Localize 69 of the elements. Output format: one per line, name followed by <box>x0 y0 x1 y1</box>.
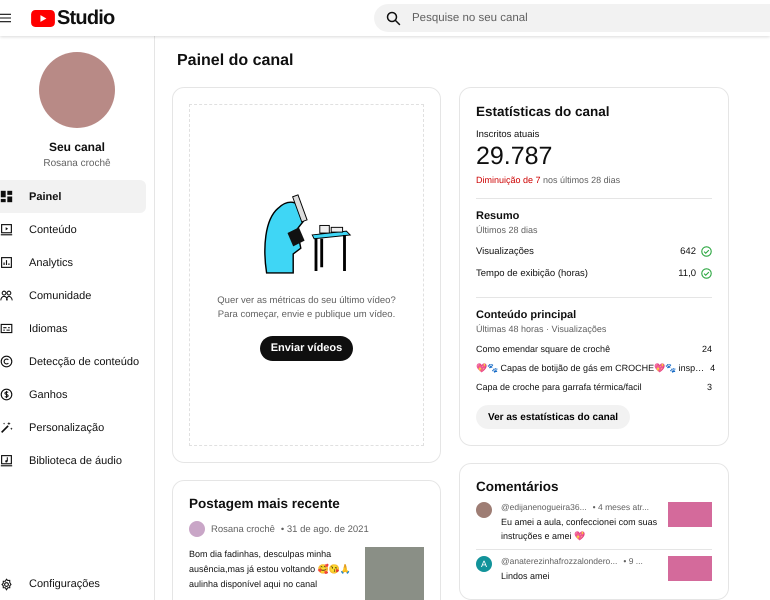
subscriber-change: Diminuição de 7 nos últimos 28 dias <box>476 175 622 185</box>
post-author: Rosana crochê <box>211 524 275 534</box>
video-title[interactable]: Capa de croche para garrafa térmica/facil <box>476 382 642 392</box>
video-thumbnail-placeholder <box>668 502 712 527</box>
commenter-name[interactable]: @edijanenogueira36... <box>501 502 587 512</box>
empty-state-message: Quer ver as métricas do seu último vídeo? <box>217 294 396 308</box>
channel-label: Seu canal <box>48 140 106 154</box>
music-note-icon <box>0 454 13 467</box>
copyright-icon <box>0 355 13 368</box>
video-thumbnail-placeholder <box>668 556 712 581</box>
magic-wand-icon <box>0 421 13 434</box>
check-circle-icon <box>701 246 712 256</box>
post-date: • 31 de ago. de 2021 <box>280 524 369 534</box>
settings-nav-item[interactable]: Configurações <box>0 568 146 600</box>
channel-name: Rosana crochê <box>43 158 111 169</box>
settings-icon <box>0 578 13 590</box>
post-text: Bom dia fadinhas, desculpas minha ausência,mas já estou voltando 🥰😘🙏 aulinha disponível aqui no canal <box>189 548 352 591</box>
comment-text: Lindos amei <box>501 570 551 583</box>
author-avatar-photo <box>189 521 205 537</box>
nav-item[interactable]: Conteúdo <box>0 213 146 246</box>
upload-videos-button[interactable]: Enviar vídeos <box>260 336 354 360</box>
logo-text: Studio <box>57 6 114 30</box>
video-title[interactable]: Como emendar square de crochê <box>476 344 610 354</box>
dollar-icon <box>0 388 13 401</box>
subscriber-count: 29.787 <box>476 142 554 171</box>
commenter-avatar: A <box>476 556 492 572</box>
nav-item[interactable]: Biblioteca de áudio <box>0 444 146 477</box>
card-title: Postagem mais recente <box>189 496 341 511</box>
subscribers-label: Inscritos atuais <box>476 129 540 140</box>
comment-text: Eu amei a aula, confeccionei com suas instruções e amei 💖 <box>501 516 658 543</box>
commenter-name[interactable]: @anaterezinhafrozzalondero... <box>501 556 618 566</box>
nav-item[interactable]: Ganhos <box>0 378 146 411</box>
section-title: Resumo <box>476 210 520 222</box>
comment-time: • 4 meses atr... <box>592 502 650 512</box>
commenter-avatar-photo <box>476 502 492 518</box>
view-count: 3 <box>706 382 712 392</box>
metric-label: Tempo de exibição (horas) <box>476 268 588 278</box>
metric-value: 11,0 <box>678 268 696 278</box>
view-count: 4 <box>710 362 716 372</box>
bar-chart-icon <box>0 256 13 269</box>
section-period: Últimas 48 horas · Visualizações <box>476 324 608 334</box>
video-title[interactable]: 💖🐾 Capas de botijão de gás em CROCHE💖🐾 insp… <box>476 362 704 372</box>
search-field[interactable]: Pesquise no seu canal <box>374 4 770 32</box>
page-title: Painel do canal <box>177 52 294 70</box>
nav-item[interactable]: Detecção de conteúdo <box>0 345 146 378</box>
card-title: Comentários <box>476 479 560 494</box>
nav-item[interactable]: Comunidade <box>0 279 146 312</box>
check-circle-icon <box>701 268 712 278</box>
post-photo-placeholder <box>365 547 424 600</box>
play-logo-icon <box>31 10 55 26</box>
people-icon <box>0 289 13 302</box>
metric-label: Visualizações <box>476 246 534 256</box>
search-icon <box>386 11 401 26</box>
nav-item[interactable]: Idiomas <box>0 312 146 345</box>
video-icon <box>0 223 13 236</box>
subtitles-icon <box>0 322 13 335</box>
empty-state-message: Para começar, envie e publique um vídeo. <box>218 308 396 322</box>
nav-item[interactable]: Painel <box>0 180 146 213</box>
comment-time: • 9 ... <box>623 556 643 566</box>
dashboard-icon <box>0 190 13 203</box>
view-stats-button[interactable]: Ver as estatísticas do canal <box>476 405 630 429</box>
card-title: Estatísticas do canal <box>476 104 611 119</box>
section-title: Conteúdo principal <box>476 309 578 321</box>
nav-item[interactable]: Analytics <box>0 246 146 279</box>
view-count: 24 <box>702 344 712 354</box>
nav-item[interactable]: Personalização <box>0 411 146 444</box>
metric-value: 642 <box>680 246 696 256</box>
section-period: Últimos 28 dias <box>476 225 539 235</box>
menu-icon[interactable] <box>0 13 11 23</box>
